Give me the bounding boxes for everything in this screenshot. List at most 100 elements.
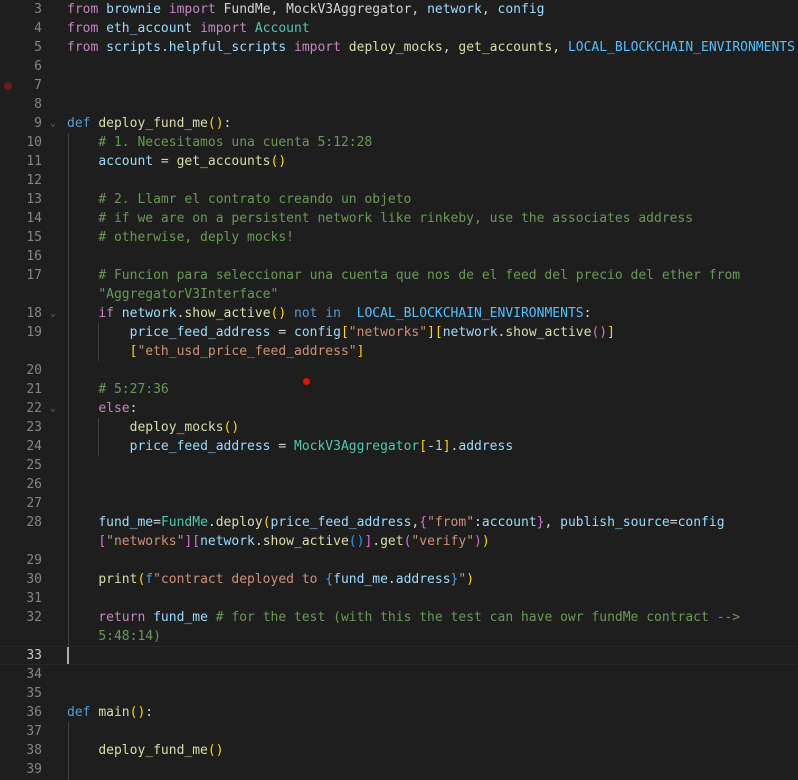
code-token: () bbox=[207, 116, 224, 131]
line-number: 20 bbox=[26, 363, 42, 378]
code-line[interactable]: from eth_account import Account bbox=[67, 19, 310, 38]
code-line[interactable]: price_feed_address = config["networks"][… bbox=[67, 323, 615, 342]
code-token: MockV3Aggregator bbox=[294, 439, 420, 454]
code-token: ) bbox=[466, 572, 475, 587]
code-token: : bbox=[223, 116, 232, 131]
code-token: "eth_usd_price_feed_address" bbox=[137, 344, 357, 359]
line-number: 14 bbox=[26, 211, 42, 226]
code-line[interactable]: # 5:27:36 bbox=[67, 380, 169, 399]
code-line[interactable]: else: bbox=[67, 399, 137, 418]
line-number: 38 bbox=[26, 743, 42, 758]
code-token: config bbox=[677, 515, 725, 530]
code-line[interactable]: price_feed_address = MockV3Aggregator[-1… bbox=[67, 437, 514, 456]
code-token: fund_me bbox=[98, 515, 154, 530]
fold-chevron-icon[interactable]: ⌄ bbox=[50, 403, 56, 414]
code-token: , bbox=[442, 40, 459, 55]
code-token: } bbox=[536, 515, 545, 530]
line-number: 21 bbox=[26, 382, 42, 397]
line-number: 4 bbox=[34, 21, 42, 36]
code-line[interactable]: ["networks"][network.show_active()].get(… bbox=[67, 532, 490, 551]
code-token: ][ bbox=[184, 534, 201, 549]
code-line[interactable]: "AggregatorV3Interface" bbox=[67, 285, 278, 304]
code-token: import bbox=[294, 40, 341, 55]
code-token: () bbox=[129, 705, 146, 720]
code-token: network bbox=[121, 306, 177, 321]
code-token: from bbox=[67, 40, 99, 55]
code-token: publish_source bbox=[560, 515, 670, 530]
code-line[interactable]: deploy_fund_me() bbox=[67, 741, 224, 760]
code-token: eth_account bbox=[106, 21, 193, 36]
code-line[interactable]: print(f"contract deployed to {fund_me.ad… bbox=[67, 570, 474, 589]
code-token: { bbox=[419, 515, 428, 530]
code-token: [ bbox=[340, 325, 349, 340]
code-line[interactable]: deploy_mocks() bbox=[67, 418, 240, 437]
code-token: . bbox=[160, 40, 169, 55]
code-line[interactable]: # Funcion para seleccionar una cuenta qu… bbox=[67, 266, 740, 285]
code-line[interactable]: 5:48:14) bbox=[67, 627, 161, 646]
red-dot-marker bbox=[303, 378, 310, 385]
code-token: ) bbox=[481, 534, 490, 549]
line-number: 33 bbox=[26, 648, 42, 663]
line-number: 32 bbox=[26, 610, 42, 625]
code-token: fund_me bbox=[333, 572, 388, 587]
code-line[interactable]: if network.show_active() not in LOCAL_BL… bbox=[67, 304, 591, 323]
code-line[interactable]: def main(): bbox=[67, 703, 153, 722]
code-token: : bbox=[145, 705, 154, 720]
code-line[interactable]: # 2. Llamr el contrato creando un objeto bbox=[67, 190, 411, 209]
code-line[interactable]: fund_me=FundMe.deploy(price_feed_address… bbox=[67, 513, 725, 532]
code-line[interactable]: # otherwise, deply mocks! bbox=[67, 228, 294, 247]
code-token: "networks" bbox=[106, 534, 185, 549]
code-line[interactable]: # if we are on a persistent network like… bbox=[67, 209, 693, 228]
line-number: 23 bbox=[26, 420, 42, 435]
code-line[interactable]: def deploy_fund_me(): bbox=[67, 114, 231, 133]
code-token: price_feed_address bbox=[129, 439, 271, 454]
code-token: () bbox=[207, 743, 224, 758]
code-token: [ bbox=[419, 439, 428, 454]
line-number: 11 bbox=[26, 154, 42, 169]
code-editor[interactable]: ⌄ ⌄ ⌄ 3 from brownie import FundMe, MockV… bbox=[0, 0, 798, 780]
fold-chevron-icon[interactable]: ⌄ bbox=[50, 308, 56, 319]
code-line[interactable]: return fund_me # for the test (with this… bbox=[67, 608, 740, 627]
line-number: 6 bbox=[34, 59, 42, 74]
text-cursor bbox=[67, 647, 69, 664]
code-line[interactable]: ["eth_usd_price_feed_address"] bbox=[67, 342, 365, 361]
code-token: account bbox=[481, 515, 537, 530]
line-number: 22 bbox=[26, 401, 42, 416]
code-token: () bbox=[591, 325, 608, 340]
code-line[interactable]: account = get_accounts() bbox=[67, 152, 286, 171]
code-token: brownie bbox=[106, 2, 161, 17]
code-token: # 5:27:36 bbox=[98, 382, 169, 397]
code-token: # 1. Necesitamos una cuenta 5:12:28 bbox=[98, 135, 373, 150]
code-line[interactable]: # 1. Necesitamos una cuenta 5:12:28 bbox=[67, 133, 372, 152]
code-token: f bbox=[145, 572, 154, 587]
code-token: , bbox=[481, 2, 498, 17]
code-token: = bbox=[270, 325, 294, 340]
code-line[interactable]: from brownie import FundMe, MockV3Aggreg… bbox=[67, 0, 544, 19]
code-token: get_accounts bbox=[176, 154, 271, 169]
line-number: 19 bbox=[26, 325, 42, 340]
line-number: 13 bbox=[26, 192, 42, 207]
code-token: account bbox=[98, 154, 154, 169]
code-token: fund_me bbox=[153, 610, 208, 625]
code-token: : bbox=[583, 306, 592, 321]
code-token: . bbox=[207, 515, 216, 530]
code-token: ][ bbox=[427, 325, 443, 340]
code-token: deploy_fund_me bbox=[98, 743, 208, 758]
code-token: () bbox=[270, 154, 287, 169]
code-token: . bbox=[254, 534, 263, 549]
code-token: = bbox=[669, 515, 678, 530]
code-line[interactable]: from scripts.helpful_scripts import depl… bbox=[67, 38, 795, 57]
line-number: 25 bbox=[26, 458, 42, 473]
current-line-highlight bbox=[0, 646, 798, 665]
fold-chevron-icon[interactable]: ⌄ bbox=[50, 118, 56, 129]
